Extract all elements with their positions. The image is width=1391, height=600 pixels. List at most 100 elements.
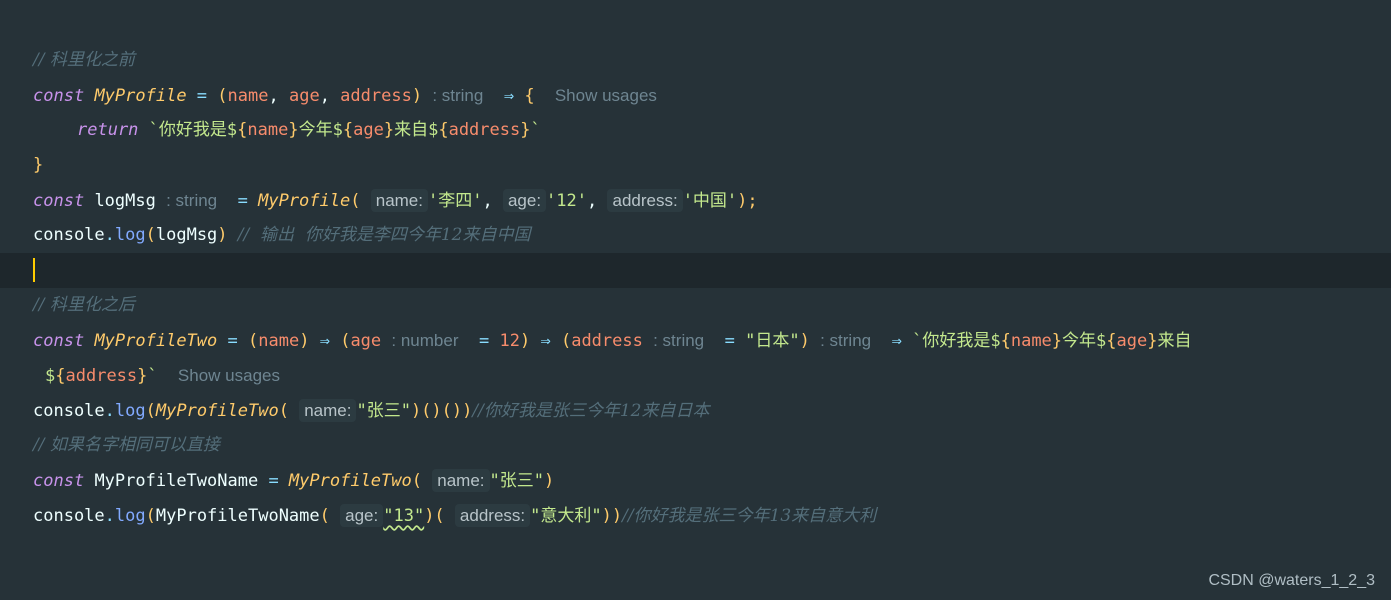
method[interactable]: log bbox=[115, 225, 146, 245]
comment: // 输出 你好我是李四今年12来自中国 bbox=[237, 225, 531, 245]
function-call[interactable]: MyProfile bbox=[258, 191, 350, 211]
brace: { bbox=[1000, 331, 1011, 351]
param: name bbox=[247, 120, 289, 140]
code-line-5[interactable]: const logMsg : string = MyProfile( name:… bbox=[0, 183, 1391, 218]
code-line-14[interactable]: console.log(MyProfileTwoName( age: "13")(… bbox=[0, 498, 1391, 533]
operator: = bbox=[714, 331, 746, 351]
string: "张三" bbox=[489, 471, 544, 491]
operator: = bbox=[217, 331, 248, 351]
comment: // 如果名字相同可以直接 bbox=[33, 435, 220, 455]
string: "张三" bbox=[356, 401, 411, 421]
brace: { bbox=[55, 366, 66, 386]
param: age bbox=[288, 86, 320, 106]
code-line-12[interactable]: // 如果名字相同可以直接 bbox=[0, 428, 1391, 463]
code-line-4[interactable]: } bbox=[0, 148, 1391, 183]
keyword: return bbox=[77, 120, 139, 140]
paren: ( bbox=[350, 191, 361, 211]
code-line-10[interactable]: ${address}` Show usages bbox=[0, 358, 1391, 393]
string: "日本" bbox=[745, 331, 800, 351]
function-call[interactable]: MyProfileTwo bbox=[289, 471, 412, 491]
paren: )) bbox=[601, 506, 623, 526]
object: console bbox=[33, 506, 105, 526]
code-line-8[interactable]: // 科里化之后 bbox=[0, 288, 1391, 323]
method[interactable]: log bbox=[115, 506, 146, 526]
code-line-2[interactable]: const MyProfile = (name, age, address) :… bbox=[0, 78, 1391, 113]
type-hint: : string bbox=[653, 331, 705, 350]
variable: logMsg bbox=[94, 191, 156, 211]
paren: )( bbox=[424, 506, 445, 526]
code-editor[interactable]: // 科里化之前 const MyProfile = (name, age, a… bbox=[0, 43, 1391, 533]
type-hint: : string bbox=[166, 191, 218, 210]
punct: , bbox=[319, 86, 341, 106]
param-hint: address: bbox=[607, 189, 683, 212]
template-string: ` bbox=[530, 120, 541, 140]
code-line-7-current[interactable] bbox=[0, 253, 1391, 288]
param: age bbox=[353, 120, 384, 140]
type-hint: : string bbox=[820, 331, 872, 350]
comment: //你好我是张三今年13来自意大利 bbox=[622, 506, 877, 526]
code-line-1[interactable]: // 科里化之前 bbox=[0, 43, 1391, 78]
dot: . bbox=[104, 401, 115, 421]
arrow: ⇒ bbox=[891, 331, 902, 351]
param: age bbox=[1116, 331, 1148, 351]
code-line-3[interactable]: return `你好我是${name}今年${age}来自${address}` bbox=[0, 113, 1391, 148]
param: address bbox=[65, 366, 138, 386]
paren: ( bbox=[340, 331, 351, 351]
template-string: 来自$ bbox=[394, 120, 439, 140]
code-line-11[interactable]: console.log(MyProfileTwo( name: "张三")()()… bbox=[0, 393, 1391, 428]
paren: ) bbox=[411, 86, 423, 106]
comment: //你好我是张三今年12来自日本 bbox=[472, 401, 710, 421]
template-string: `你好我是$ bbox=[912, 331, 1001, 351]
operator: = bbox=[227, 191, 259, 211]
variable: MyProfileTwoName bbox=[155, 506, 320, 526]
comment: // 科里化之前 bbox=[33, 50, 135, 70]
param-hint: age: bbox=[502, 189, 547, 212]
code-line-6[interactable]: console.log(logMsg) // 输出 你好我是李四今年12来自中国 bbox=[0, 218, 1391, 253]
paren: ( bbox=[319, 506, 330, 526]
param-hint: age: bbox=[340, 504, 384, 527]
template-string: 今年$ bbox=[298, 120, 343, 140]
operator: = bbox=[468, 331, 500, 351]
paren: ( bbox=[411, 471, 422, 491]
param-hint: name: bbox=[299, 399, 357, 422]
brace: } bbox=[1051, 331, 1063, 351]
punct: , bbox=[482, 191, 503, 211]
code-line-13[interactable]: const MyProfileTwoName = MyProfileTwo( n… bbox=[0, 463, 1391, 498]
paren: ); bbox=[737, 191, 758, 211]
param: name bbox=[1010, 331, 1052, 351]
param-hint: address: bbox=[454, 504, 531, 527]
brace: } bbox=[137, 366, 148, 386]
paren: ) bbox=[299, 331, 310, 351]
paren: ( bbox=[145, 506, 156, 526]
number: 12 bbox=[499, 331, 520, 351]
brace: } bbox=[520, 120, 531, 140]
brace: { bbox=[237, 120, 248, 140]
function-name[interactable]: MyProfileTwo bbox=[94, 331, 217, 351]
paren: ( bbox=[247, 331, 259, 351]
brace: } bbox=[33, 155, 44, 175]
template-string: 来自 bbox=[1157, 331, 1192, 351]
keyword: const bbox=[33, 191, 85, 211]
keyword: const bbox=[33, 331, 85, 351]
string: "13" bbox=[383, 506, 425, 526]
template-string: `你好我是$ bbox=[148, 120, 238, 140]
object: console bbox=[33, 401, 105, 421]
param: name bbox=[258, 331, 300, 351]
comment: // 科里化之后 bbox=[33, 295, 135, 315]
code-line-9[interactable]: const MyProfileTwo = (name) ⇒ (age : num… bbox=[0, 323, 1391, 358]
brace: { bbox=[342, 120, 354, 140]
param-hint: name: bbox=[370, 189, 428, 212]
string: '李四' bbox=[427, 191, 483, 211]
method[interactable]: log bbox=[115, 401, 146, 421]
arrow: ⇒ bbox=[503, 86, 515, 106]
paren: ) bbox=[799, 331, 810, 351]
template-string: $ bbox=[45, 366, 56, 386]
operator: = bbox=[186, 86, 218, 106]
function-call[interactable]: MyProfileTwo bbox=[156, 401, 279, 421]
function-name[interactable]: MyProfile bbox=[94, 86, 186, 106]
show-usages-link[interactable]: Show usages bbox=[178, 366, 280, 385]
paren: ( bbox=[145, 225, 156, 245]
show-usages-link[interactable]: Show usages bbox=[555, 86, 657, 105]
text-caret bbox=[33, 258, 35, 282]
param: name bbox=[227, 86, 269, 106]
